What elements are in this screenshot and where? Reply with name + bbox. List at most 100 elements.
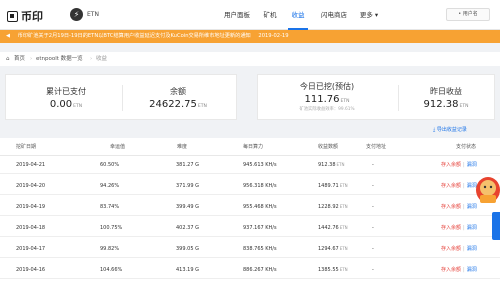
cell-addr: - bbox=[372, 204, 374, 210]
breadcrumb-home[interactable]: 首页 bbox=[14, 52, 25, 66]
action-separator: | bbox=[463, 162, 465, 168]
col-luck: 幸运值 bbox=[110, 144, 126, 150]
table-header: 挖矿日期 幸运值 难度 每日算力 收益数额 支付地址 支付状态 bbox=[0, 138, 500, 156]
stat-paid-value: 0.00ETN bbox=[49, 99, 83, 110]
cell-amount: 1294.67ETN bbox=[318, 246, 348, 252]
export-earnings-link[interactable]: ⤓ 导出收益记录 bbox=[433, 126, 467, 133]
action-separator: | bbox=[463, 183, 465, 189]
stat-paid: 累计已支付 0.00ETN bbox=[16, 86, 116, 110]
cell-amount: 912.38ETN bbox=[318, 162, 345, 168]
notice-text: 币印矿池关于2月19日-19日的ETN以BTC结算用户收益延迟支付及KuCoin… bbox=[17, 33, 251, 39]
brand-logo[interactable]: 币印 bbox=[7, 8, 43, 24]
menu-miners[interactable]: 矿机 bbox=[260, 0, 280, 30]
mascot-illustration bbox=[470, 160, 500, 210]
cell-addr: - bbox=[372, 246, 374, 252]
coin-selector[interactable]: ⚡ ETN bbox=[70, 8, 99, 21]
cell-hash: 838.765 KH/s bbox=[243, 246, 277, 252]
table-row: 2019-04-16 104.66% 413.19 G 886.267 KH/s 138… bbox=[0, 261, 500, 279]
cell-luck: 99.82% bbox=[100, 246, 120, 252]
stat-today-efficiency: 矿池实际收益效率：99.61% bbox=[299, 107, 355, 112]
floating-feedback-button[interactable] bbox=[492, 212, 500, 240]
breadcrumb-current: 收益 bbox=[96, 56, 108, 62]
deposit-balance-link[interactable]: 存入余额 bbox=[441, 183, 461, 189]
stats-card-right: 今日已挖(预估) 111.76ETN 矿池实际收益效率：99.61% 昨日收益 … bbox=[257, 74, 495, 120]
row-actions: 存入余额 | 漏洞 bbox=[441, 219, 477, 237]
table-row: 2019-04-20 94.26% 371.99 G 956.318 KH/s 1489… bbox=[0, 177, 500, 195]
detail-link[interactable]: 漏洞 bbox=[467, 267, 477, 273]
cell-date: 2019-04-20 bbox=[16, 183, 46, 189]
stat-yesterday: 昨日收益 912.38ETN bbox=[402, 86, 490, 110]
table-row: 2019-04-19 83.74% 399.49 G 955.468 KH/s 1228… bbox=[0, 198, 500, 216]
cell-luck: 94.26% bbox=[100, 183, 120, 189]
stat-balance-label: 余额 bbox=[170, 87, 186, 96]
cell-luck: 104.66% bbox=[100, 267, 123, 273]
col-status: 支付状态 bbox=[456, 144, 477, 150]
deposit-balance-link[interactable]: 存入余额 bbox=[441, 162, 461, 168]
cell-date: 2019-04-16 bbox=[16, 267, 46, 273]
cell-date: 2019-04-17 bbox=[16, 246, 46, 252]
notice-bar[interactable]: ◀ 币印矿池关于2月19日-19日的ETN以BTC结算用户收益延迟支付及KuCo… bbox=[0, 30, 500, 43]
cell-addr: - bbox=[372, 267, 374, 273]
col-difficulty: 难度 bbox=[177, 144, 188, 150]
top-nav: 币印 ⚡ ETN 用户面板 矿机 收益 闪电商店 更多 ▾ • 用户名 bbox=[0, 0, 500, 30]
cell-hash: 945.613 KH/s bbox=[243, 162, 277, 168]
menu-shop[interactable]: 闪电商店 bbox=[316, 0, 352, 30]
earnings-table: 挖矿日期 幸运值 难度 每日算力 收益数额 支付地址 支付状态 2019-04-… bbox=[0, 138, 500, 282]
logo-icon bbox=[7, 10, 18, 22]
menu-more[interactable]: 更多 ▾ bbox=[356, 0, 382, 30]
cell-date: 2019-04-19 bbox=[16, 204, 46, 210]
brand-name: 币印 bbox=[21, 10, 43, 23]
cell-hash: 955.468 KH/s bbox=[243, 204, 277, 210]
row-actions: 存入余额 | 漏洞 bbox=[441, 261, 477, 279]
stat-today-label: 今日已挖(预估) bbox=[299, 82, 355, 91]
cell-luck: 100.75% bbox=[100, 225, 123, 231]
action-separator: | bbox=[463, 225, 465, 231]
stats-card-left: 累计已支付 0.00ETN 余额 24622.75ETN bbox=[5, 74, 237, 120]
deposit-balance-link[interactable]: 存入余额 bbox=[441, 204, 461, 210]
cell-addr: - bbox=[372, 183, 374, 189]
divider bbox=[122, 85, 123, 111]
cell-diff: 399.05 G bbox=[176, 246, 199, 252]
action-separator: | bbox=[463, 267, 465, 273]
action-separator: | bbox=[463, 246, 465, 252]
stat-today-value: 111.76ETN bbox=[304, 94, 350, 105]
breadcrumb-sep: › bbox=[90, 56, 93, 62]
deposit-balance-link[interactable]: 存入余额 bbox=[441, 246, 461, 252]
cell-diff: 399.49 G bbox=[176, 204, 199, 210]
stat-yesterday-label: 昨日收益 bbox=[430, 87, 462, 96]
coin-label: ETN bbox=[87, 11, 99, 18]
lightning-icon: ⚡ bbox=[70, 8, 83, 21]
cell-hash: 956.318 KH/s bbox=[243, 183, 277, 189]
deposit-balance-link[interactable]: 存入余额 bbox=[441, 225, 461, 231]
cell-amount: 1228.92ETN bbox=[318, 204, 348, 210]
deposit-balance-link[interactable]: 存入余额 bbox=[441, 267, 461, 273]
detail-link[interactable]: 漏洞 bbox=[467, 225, 477, 231]
stat-paid-label: 累计已支付 bbox=[46, 87, 86, 96]
cell-amount: 1385.55ETN bbox=[318, 267, 348, 273]
megaphone-icon: ◀ bbox=[6, 33, 10, 39]
table-row: 2019-04-21 60.50% 381.27 G 945.613 KH/s 912.… bbox=[0, 156, 500, 174]
cell-amount: 1442.76ETN bbox=[318, 225, 348, 231]
menu-user-panel[interactable]: 用户面板 bbox=[222, 0, 252, 30]
col-address: 支付地址 bbox=[366, 144, 387, 150]
cell-diff: 413.19 G bbox=[176, 267, 199, 273]
menu-earnings[interactable]: 收益 bbox=[288, 0, 308, 30]
col-date[interactable]: 挖矿日期 bbox=[16, 138, 36, 156]
cell-addr: - bbox=[372, 225, 374, 231]
cell-luck: 83.74% bbox=[100, 204, 120, 210]
cell-date: 2019-04-18 bbox=[16, 225, 46, 231]
col-hashrate: 每日算力 bbox=[243, 144, 264, 150]
home-icon: ⌂ bbox=[6, 56, 10, 62]
cell-luck: 60.50% bbox=[100, 162, 120, 168]
cell-diff: 402.37 G bbox=[176, 225, 199, 231]
stat-balance-value: 24622.75ETN bbox=[149, 99, 207, 110]
breadcrumb: ⌂ 首页 › etnpoolt 数据一览 › 收益 bbox=[0, 52, 500, 66]
breadcrumb-sep: › bbox=[30, 56, 33, 62]
user-menu[interactable]: • 用户名 bbox=[446, 8, 490, 21]
detail-link[interactable]: 漏洞 bbox=[467, 246, 477, 252]
stat-yesterday-value: 912.38ETN bbox=[423, 99, 469, 110]
cell-diff: 371.99 G bbox=[176, 183, 199, 189]
col-amount: 收益数额 bbox=[318, 144, 339, 150]
breadcrumb-section[interactable]: etnpoolt 数据一览 bbox=[36, 52, 83, 66]
stat-balance: 余额 24622.75ETN bbox=[128, 86, 228, 110]
